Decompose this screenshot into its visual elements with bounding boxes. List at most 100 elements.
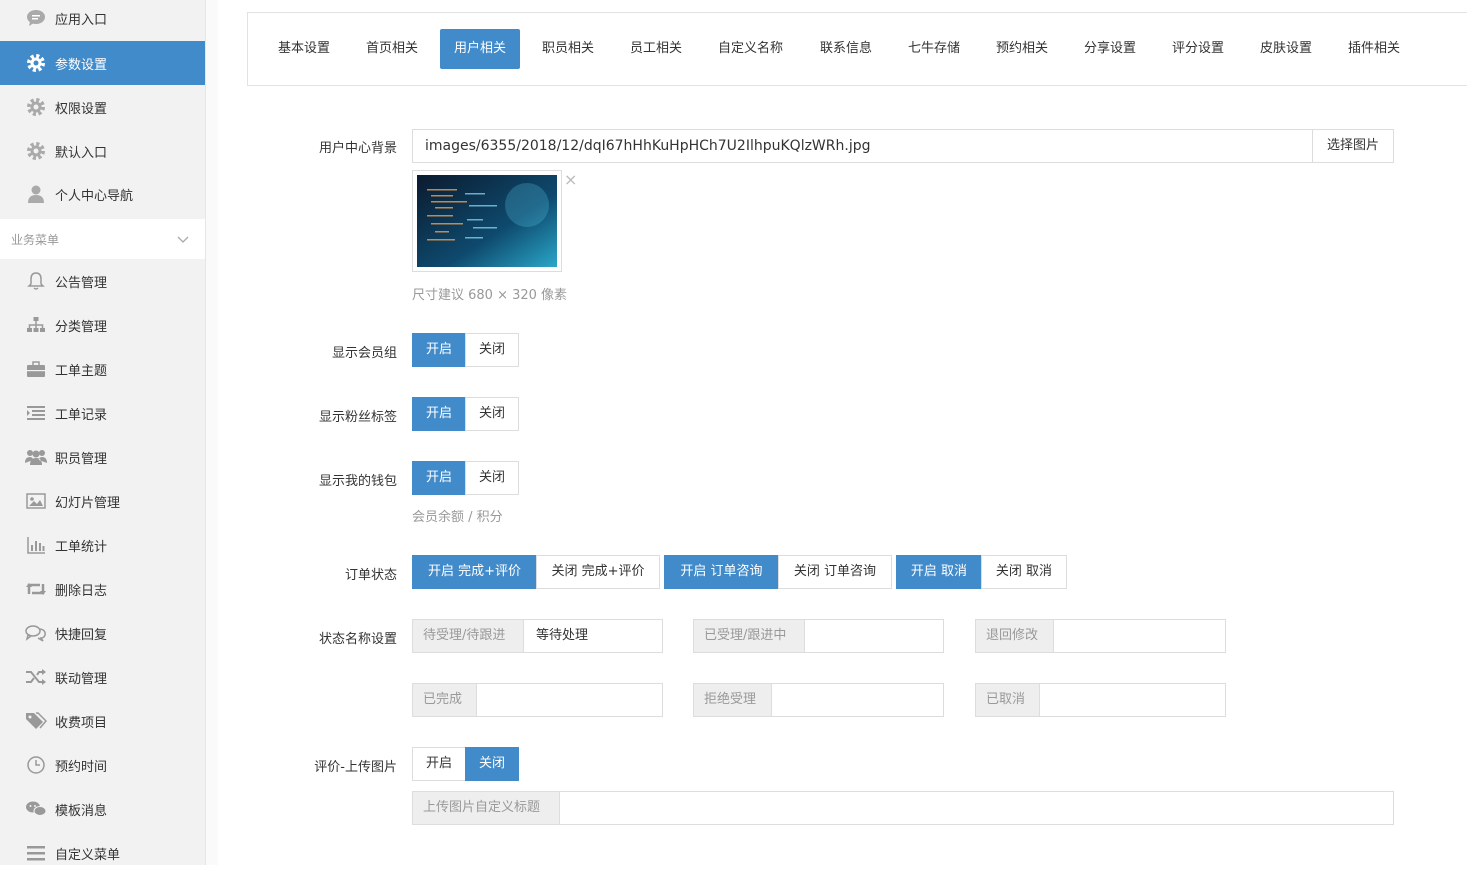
show-group-label: 显示会员组 <box>331 346 397 361</box>
retweet-icon <box>25 578 47 600</box>
status-rejected-input[interactable] <box>771 683 944 717</box>
tab-home[interactable]: 首页相关 <box>352 29 432 69</box>
sidebar-item-label: 工单统计 <box>55 539 108 555</box>
status-rejected-addon: 拒绝受理 <box>693 683 772 717</box>
status-accepted-addon: 已受理/跟进中 <box>693 619 805 653</box>
status-returned-input[interactable] <box>1053 619 1226 653</box>
sidebar-group-label: 业务菜单 <box>11 232 60 247</box>
random-icon <box>25 666 47 688</box>
sidebar-item-appointment-time[interactable]: 预约时间 <box>0 743 205 787</box>
tab-rating[interactable]: 评分设置 <box>1158 29 1238 69</box>
sidebar-item-delete-log[interactable]: 删除日志 <box>0 567 205 611</box>
chat-icon <box>25 7 47 29</box>
tags-icon <box>25 710 47 732</box>
tab-staff[interactable]: 职员相关 <box>528 29 608 69</box>
tab-appointment[interactable]: 预约相关 <box>982 29 1062 69</box>
sidebar-item-template-msg[interactable]: 模板消息 <box>0 787 205 831</box>
gear-icon <box>25 96 47 118</box>
sidebar-item-params[interactable]: 参数设置 <box>0 41 205 85</box>
sidebar-item-ticket-stats[interactable]: 工单统计 <box>0 523 205 567</box>
tab-share[interactable]: 分享设置 <box>1070 29 1150 69</box>
tab-custom-name[interactable]: 自定义名称 <box>704 29 797 69</box>
sidebar-item-label: 模板消息 <box>55 803 108 819</box>
sidebar-item-label: 自定义菜单 <box>55 847 121 863</box>
clock-icon <box>25 754 47 776</box>
chevron-down-icon <box>177 233 189 248</box>
status-cancelled-input[interactable] <box>1039 683 1226 717</box>
sidebar-item-label: 收费项目 <box>55 715 108 731</box>
tab-skin[interactable]: 皮肤设置 <box>1246 29 1326 69</box>
sidebar-item-custom-menu[interactable]: 自定义菜单 <box>0 831 205 875</box>
sidebar-item-label: 快捷回复 <box>55 627 108 643</box>
show-wallet-on-button[interactable]: 开启 <box>412 461 466 495</box>
wallet-hint: 会员余额 / 积分 <box>412 510 503 525</box>
tab-qiniu[interactable]: 七牛存储 <box>894 29 974 69</box>
upload-title-addon: 上传图片自定义标题 <box>412 791 560 825</box>
bg-path-input[interactable]: images/6355/2018/12/dqI67hHhKuHpHCh7U2Il… <box>412 129 1314 163</box>
show-group-off-button[interactable]: 关闭 <box>465 333 519 367</box>
status-cancelled-addon: 已取消 <box>975 683 1040 717</box>
sidebar-item-ticket-topic[interactable]: 工单主题 <box>0 347 205 391</box>
sidebar-item-slides[interactable]: 幻灯片管理 <box>0 479 205 523</box>
sidebar-item-label: 参数设置 <box>55 57 108 73</box>
review-upload-on-button[interactable]: 开启 <box>412 747 466 781</box>
sidebar-item-personal-nav[interactable]: 个人中心导航 <box>0 172 205 216</box>
sidebar-item-linkage[interactable]: 联动管理 <box>0 655 205 699</box>
order-cancel-on-button[interactable]: 开启 取消 <box>896 555 982 589</box>
bell-icon <box>25 270 47 292</box>
user-icon <box>25 183 47 205</box>
sidebar-item-label: 应用入口 <box>55 12 108 28</box>
show-wallet-off-button[interactable]: 关闭 <box>465 461 519 495</box>
sidebar-item-category[interactable]: 分类管理 <box>0 303 205 347</box>
image-icon <box>25 490 47 512</box>
remove-image-icon[interactable]: × <box>564 172 577 188</box>
order-complete-on-button[interactable]: 开启 完成+评价 <box>412 555 537 589</box>
status-accepted-input[interactable] <box>804 619 944 653</box>
order-consult-off-button[interactable]: 关闭 订单咨询 <box>778 555 892 589</box>
order-cancel-off-button[interactable]: 关闭 取消 <box>981 555 1067 589</box>
review-upload-label: 评价-上传图片 <box>314 760 397 775</box>
tab-basic[interactable]: 基本设置 <box>264 29 344 69</box>
sidebar-item-label: 幻灯片管理 <box>55 495 121 511</box>
status-completed-input[interactable] <box>476 683 663 717</box>
sidebar-item-label: 工单记录 <box>55 407 108 423</box>
bg-thumbnail <box>412 170 562 272</box>
show-fans-on-button[interactable]: 开启 <box>412 397 466 431</box>
tab-plugin[interactable]: 插件相关 <box>1334 29 1414 69</box>
bg-size-hint: 尺寸建议 680 × 320 像素 <box>412 288 568 303</box>
users-icon <box>25 446 47 468</box>
show-group-on-button[interactable]: 开启 <box>412 333 466 367</box>
bg-label: 用户中心背景 <box>318 141 397 156</box>
order-complete-off-button[interactable]: 关闭 完成+评价 <box>536 555 660 589</box>
show-wallet-label: 显示我的钱包 <box>318 474 397 489</box>
sidebar-item-staff[interactable]: 职员管理 <box>0 435 205 479</box>
show-fans-label: 显示粉丝标签 <box>318 410 397 425</box>
tab-contact[interactable]: 联系信息 <box>806 29 886 69</box>
sidebar-group-business[interactable]: 业务菜单 <box>0 219 205 259</box>
review-upload-off-button[interactable]: 关闭 <box>465 747 519 781</box>
sidebar-item-default-entry[interactable]: 默认入口 <box>0 129 205 173</box>
sidebar-item-label: 联动管理 <box>55 671 108 687</box>
sidebar-divider <box>205 0 218 865</box>
select-image-button[interactable]: 选择图片 <box>1312 129 1394 163</box>
status-pending-addon: 待受理/待跟进 <box>412 619 524 653</box>
show-fans-off-button[interactable]: 关闭 <box>465 397 519 431</box>
status-returned-addon: 退回修改 <box>975 619 1054 653</box>
sidebar-item-ticket-record[interactable]: 工单记录 <box>0 391 205 435</box>
sidebar-item-quick-reply[interactable]: 快捷回复 <box>0 611 205 655</box>
gear-icon <box>25 140 47 162</box>
sidebar-item-app-entry[interactable]: 应用入口 <box>0 0 205 40</box>
tab-employee[interactable]: 员工相关 <box>616 29 696 69</box>
tab-user[interactable]: 用户相关 <box>440 29 521 69</box>
status-pending-input[interactable]: 等待处理 <box>523 619 663 653</box>
sidebar-item-label: 删除日志 <box>55 583 108 599</box>
sidebar-item-label: 权限设置 <box>55 101 108 117</box>
sidebar-item-notice[interactable]: 公告管理 <box>0 259 205 303</box>
status-completed-addon: 已完成 <box>412 683 477 717</box>
sidebar-item-permissions[interactable]: 权限设置 <box>0 85 205 129</box>
order-consult-on-button[interactable]: 开启 订单咨询 <box>664 555 779 589</box>
list-icon <box>25 402 47 424</box>
sidebar-item-label: 个人中心导航 <box>55 188 134 204</box>
upload-title-input[interactable] <box>559 791 1394 825</box>
sidebar-item-fee[interactable]: 收费项目 <box>0 699 205 743</box>
